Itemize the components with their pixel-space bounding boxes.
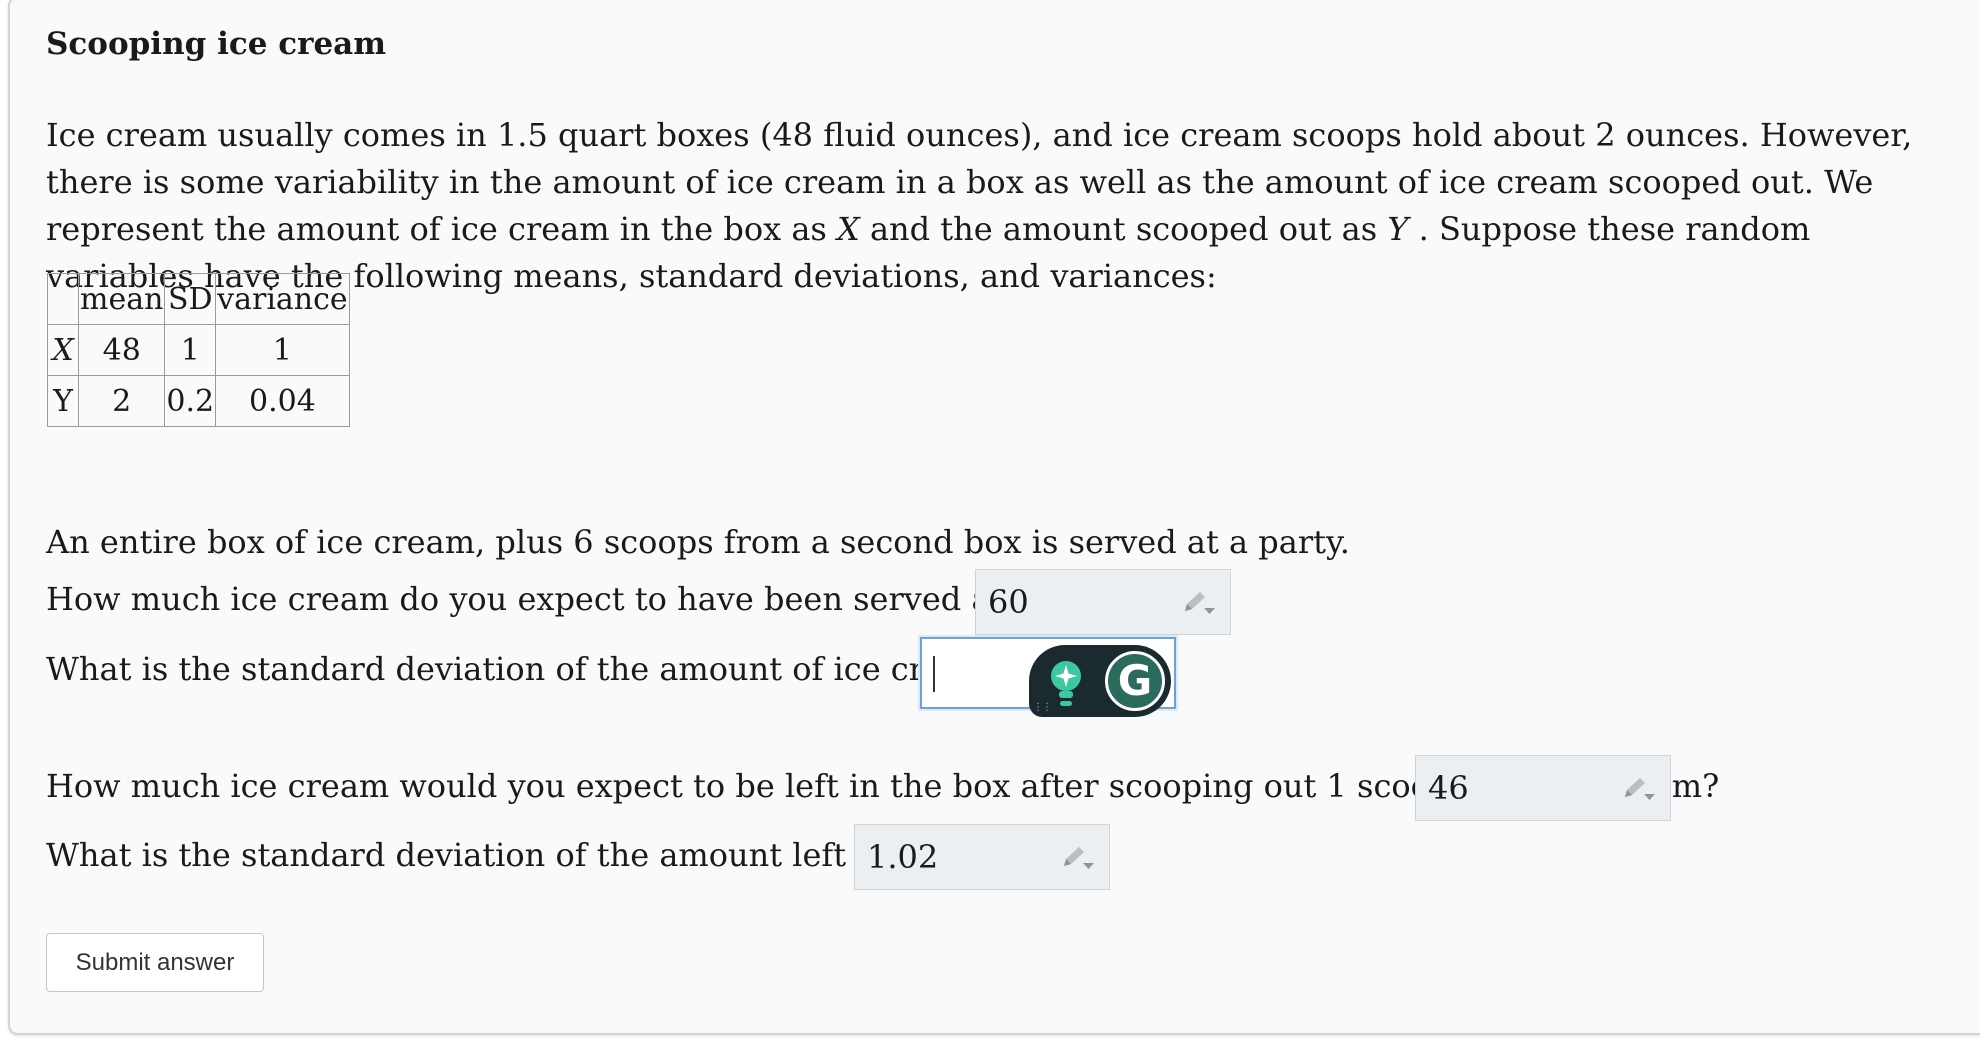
pencil-edit-icon[interactable] [1061,845,1095,871]
q3-answer-field[interactable]: 46 [1415,755,1671,821]
q1-answer-value: 60 [988,583,1029,621]
table-header-cell [47,273,79,325]
table-cell: 0.04 [215,375,350,427]
party-scenario-text: An entire box of ice cream, plus 6 scoop… [46,523,1350,561]
q4-answer-field[interactable]: 1.02 [854,824,1110,890]
table-cell: 1 [215,324,350,376]
submit-answer-button[interactable]: Submit answer [46,933,264,992]
table-row: X 48 1 1 [47,324,350,376]
pencil-edit-icon[interactable] [1182,590,1216,616]
grammarly-logo-icon[interactable]: G [1105,651,1165,711]
grammarly-widget[interactable]: ⋮⋮ G [1029,645,1171,717]
text-caret [933,656,935,692]
question-title: Scooping ice cream [46,26,387,62]
stats-table: mean SD variance X 48 1 1 Y 2 0.2 0.04 [47,273,350,427]
table-cell: 0.2 [164,375,217,427]
lightbulb-icon[interactable] [1049,657,1083,709]
table-cell-var: X [47,324,79,376]
var-x: X [837,210,860,248]
table-cell: 2 [77,375,166,427]
table-row: Y 2 0.2 0.04 [47,375,350,427]
pencil-edit-icon[interactable] [1622,776,1656,802]
q4-answer-value: 1.02 [867,838,939,876]
table-cell-var: Y [47,375,79,427]
q1-answer-field[interactable]: 60 [975,569,1231,635]
intro-paragraph: Ice cream usually comes in 1.5 quart box… [46,112,1966,300]
table-header-cell: variance [215,273,350,325]
table-header-row: mean SD variance [47,273,350,325]
q3-answer-value: 46 [1428,769,1469,807]
table-cell: 48 [77,324,166,376]
var-y: Y [1387,210,1409,248]
table-cell: 1 [164,324,217,376]
table-header-cell: SD [164,273,217,325]
table-header-cell: mean [77,273,166,325]
intro-text-2: and the amount scooped out as [859,210,1388,248]
